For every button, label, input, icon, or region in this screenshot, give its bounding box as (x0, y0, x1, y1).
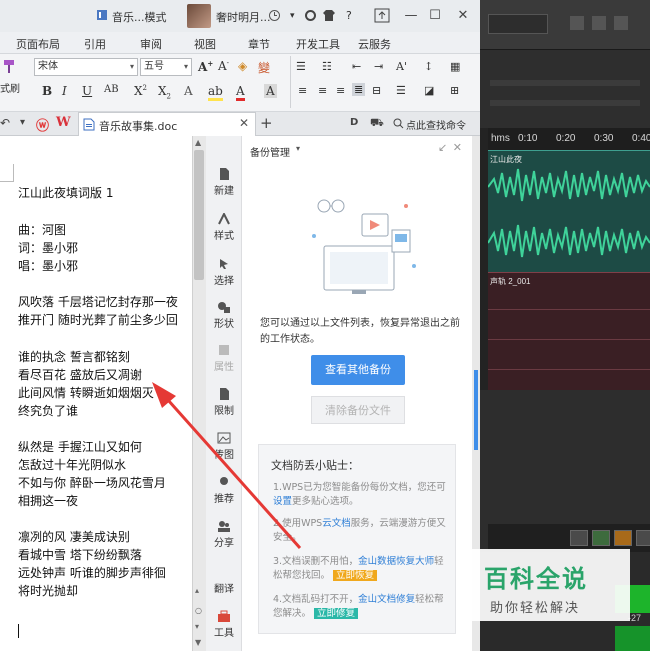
watermark-logo: 百科全说 助你轻松解决 (462, 549, 630, 621)
watermark-subtitle: 助你轻松解决 (490, 601, 581, 616)
watermark-title: 百科全说 (484, 565, 588, 593)
